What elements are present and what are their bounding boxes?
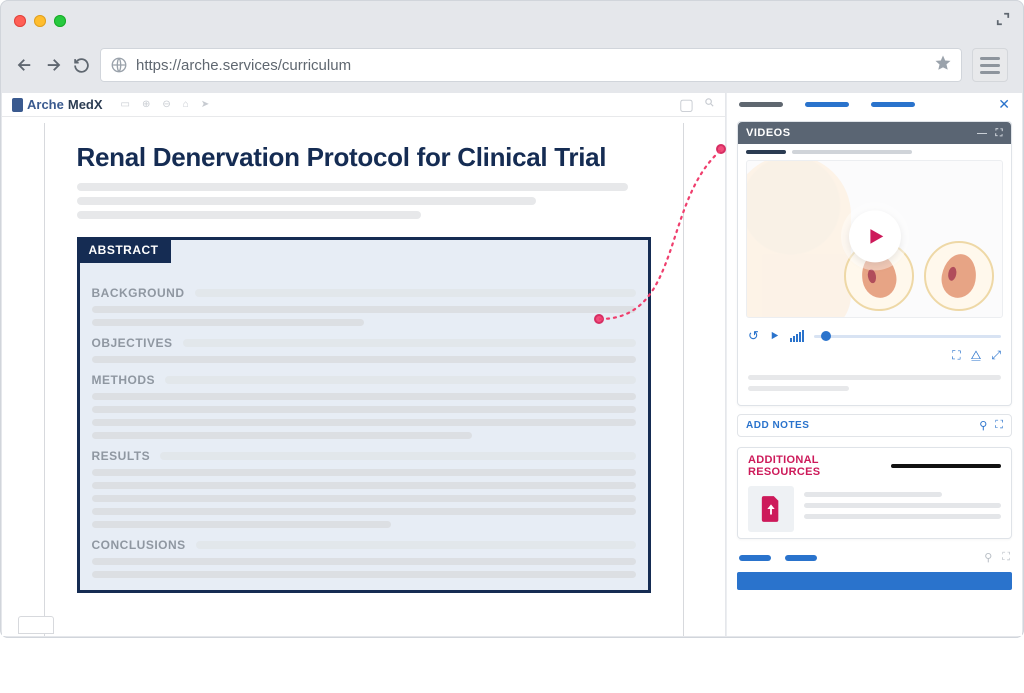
pdf-file-icon (748, 486, 794, 532)
doc-tools: ▭ ⊕ ⊖ ⌂ ➤ (121, 99, 210, 110)
abstract-box: ABSTRACT BACKGROUND OBJECTIVES METHODS R… (77, 237, 651, 593)
brand-part2: MedX (68, 97, 103, 112)
document-page: Renal Denervation Protocol for Clinical … (44, 123, 684, 636)
window-controls (14, 15, 66, 27)
section-methods: METHODS (92, 373, 636, 387)
videos-card-header: VIDEOS — ⛶ (738, 122, 1011, 144)
maximize-window-icon[interactable] (54, 15, 66, 27)
connector-endpoint-icon (716, 144, 726, 154)
video-player[interactable] (746, 160, 1003, 318)
menu-button[interactable] (972, 48, 1008, 82)
resources-header: ADDITIONAL RESOURCES (738, 448, 1011, 480)
placeholder-line (77, 197, 536, 205)
play-button[interactable] (849, 210, 901, 262)
fullscreen-video-icon[interactable]: ⛶ (952, 348, 960, 363)
resource-desc (804, 486, 1001, 525)
url-text: https://arche.services/curriculum (136, 57, 926, 74)
fullscreen-icon[interactable] (996, 12, 1010, 31)
play-icon[interactable] (769, 329, 780, 344)
globe-icon (110, 56, 128, 74)
browser-window: https://arche.services/curriculum Arche M… (0, 0, 1024, 638)
expand-footer-icon[interactable]: ⛶ (1002, 551, 1010, 564)
add-notes-label: ADD NOTES (746, 420, 809, 431)
abstract-tab: ABSTRACT (77, 237, 171, 263)
side-tab-2[interactable] (805, 102, 849, 107)
side-panel: ✕ VIDEOS — ⛶ (726, 93, 1022, 636)
brand-mark-icon (12, 98, 23, 112)
address-bar[interactable]: https://arche.services/curriculum (100, 48, 962, 82)
primary-action-button[interactable] (737, 572, 1012, 590)
minimize-window-icon[interactable] (34, 15, 46, 27)
placeholder-line (77, 211, 421, 219)
share-icon[interactable]: ⧋ (971, 348, 982, 363)
forward-button[interactable] (44, 56, 62, 74)
side-tab-1[interactable] (739, 102, 783, 107)
resources-label: ADDITIONAL RESOURCES (748, 454, 883, 478)
progress-slider[interactable] (814, 335, 1001, 338)
layout-icon[interactable]: ▢ (679, 95, 694, 115)
back-button[interactable] (16, 56, 34, 74)
section-background: BACKGROUND (92, 286, 636, 300)
video-title-row (738, 144, 1011, 156)
close-panel-icon[interactable]: ✕ (998, 96, 1010, 113)
video-controls: ↺ (738, 322, 1011, 344)
document-toolbar: Arche MedX ▭ ⊕ ⊖ ⌂ ➤ ▢ (2, 93, 725, 117)
videos-label: VIDEOS (746, 127, 791, 139)
resources-card: ADDITIONAL RESOURCES (737, 447, 1012, 539)
add-notes-row[interactable]: ADD NOTES ⚲ ⛶ (737, 414, 1012, 437)
volume-icon[interactable] (790, 330, 804, 342)
zoom-out-icon[interactable]: ⊖ (162, 99, 170, 110)
expand-icon[interactable]: ⛶ (996, 128, 1004, 139)
resource-item[interactable] (738, 480, 1011, 538)
tab-stub[interactable] (18, 616, 54, 634)
app-area: Arche MedX ▭ ⊕ ⊖ ⌂ ➤ ▢ (2, 92, 1022, 636)
brand-logo[interactable]: Arche MedX (12, 97, 103, 112)
pin-footer-icon[interactable]: ⚲ (984, 551, 992, 564)
collapse-icon[interactable]: ⤢ (991, 348, 1001, 363)
kidney-illustration-icon (924, 241, 994, 311)
bookmark-icon[interactable] (934, 54, 952, 77)
connector-endpoint-icon (594, 314, 604, 324)
titlebar (0, 0, 1024, 42)
document-body: Renal Denervation Protocol for Clinical … (2, 117, 725, 636)
placeholder-line (77, 183, 628, 191)
expand-notes-icon[interactable]: ⛶ (995, 419, 1003, 432)
side-tab-3[interactable] (871, 102, 915, 107)
reload-button[interactable] (72, 56, 90, 74)
section-results: RESULTS (92, 449, 636, 463)
search-icon[interactable] (704, 95, 715, 115)
home-icon[interactable]: ⌂ (183, 99, 189, 110)
close-window-icon[interactable] (14, 15, 26, 27)
nav-row: https://arche.services/curriculum (0, 42, 1024, 92)
side-panel-footer: ⚲ ⛶ (727, 545, 1022, 566)
minimize-icon[interactable]: — (977, 128, 988, 139)
pointer-icon[interactable]: ➤ (201, 99, 209, 110)
video-desc (738, 375, 1011, 405)
page-icon[interactable]: ▭ (121, 99, 130, 110)
side-panel-tabs: ✕ (727, 93, 1022, 115)
zoom-in-icon[interactable]: ⊕ (142, 99, 150, 110)
section-conclusions: CONCLUSIONS (92, 538, 636, 552)
page-title: Renal Denervation Protocol for Clinical … (77, 143, 651, 173)
video-action-icons: ⛶ ⧋ ⤢ (738, 344, 1011, 369)
rewind-icon[interactable]: ↺ (748, 328, 759, 344)
footer-chip[interactable] (739, 555, 771, 561)
videos-card: VIDEOS — ⛶ (737, 121, 1012, 406)
footer-chip[interactable] (785, 555, 817, 561)
pin-icon[interactable]: ⚲ (979, 419, 987, 432)
doc-tools-right: ▢ (679, 95, 715, 115)
document-panel: Arche MedX ▭ ⊕ ⊖ ⌂ ➤ ▢ (2, 93, 726, 636)
brand-part1: Arche (27, 97, 64, 112)
anatomy-figure-icon (746, 160, 851, 318)
section-objectives: OBJECTIVES (92, 336, 636, 350)
